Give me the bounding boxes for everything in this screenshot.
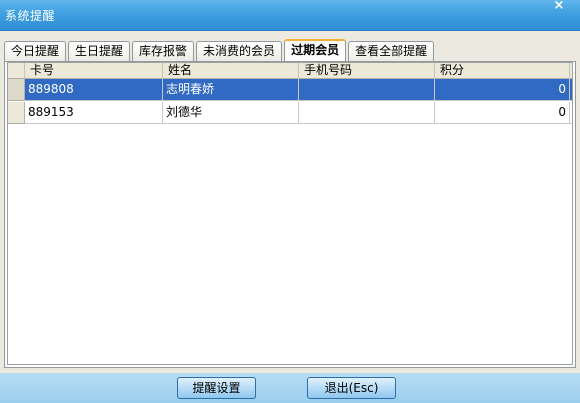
grid-header: 卡号 姓名 手机号码 积分 <box>8 63 572 79</box>
cell-name: 刘德华 <box>163 102 299 124</box>
table-row[interactable]: 889153 刘德华 0 <box>8 102 572 124</box>
member-grid[interactable]: 卡号 姓名 手机号码 积分 889808 志明春娇 0 889153 刘德华 0 <box>7 62 573 365</box>
cell-name: 志明春娇 <box>163 79 299 101</box>
cell-points: 0 <box>435 79 570 101</box>
window-client: 今日提醒 生日提醒 库存报警 未消费的会员 过期会员 查看全部提醒 卡号 姓名 … <box>0 31 580 373</box>
tab-inactive-members[interactable]: 未消费的会员 <box>196 41 283 61</box>
cell-phone <box>299 79 435 101</box>
header-points[interactable]: 积分 <box>435 63 570 79</box>
header-phone[interactable]: 手机号码 <box>299 63 435 79</box>
tab-expired-members[interactable]: 过期会员 <box>284 39 347 61</box>
tab-panel: 卡号 姓名 手机号码 积分 889808 志明春娇 0 889153 刘德华 0 <box>4 61 576 368</box>
row-indicator[interactable] <box>8 102 25 124</box>
cell-points: 0 <box>435 102 570 124</box>
cell-card-number: 889808 <box>25 79 163 101</box>
reminder-settings-button[interactable]: 提醒设置 <box>177 377 256 399</box>
tab-strip: 今日提醒 生日提醒 库存报警 未消费的会员 过期会员 查看全部提醒 <box>4 39 436 61</box>
tab-view-all[interactable]: 查看全部提醒 <box>348 41 435 61</box>
close-button[interactable]: × <box>548 0 570 14</box>
title-bar: 系统提醒 × <box>0 0 580 31</box>
tab-birthday[interactable]: 生日提醒 <box>68 41 131 61</box>
tab-today[interactable]: 今日提醒 <box>4 41 67 61</box>
cell-card-number: 889153 <box>25 102 163 124</box>
tab-stock-alarm[interactable]: 库存报警 <box>132 41 195 61</box>
header-indicator <box>8 63 25 79</box>
header-card-number[interactable]: 卡号 <box>25 63 163 79</box>
cell-phone <box>299 102 435 124</box>
table-row[interactable]: 889808 志明春娇 0 <box>8 79 572 101</box>
header-name[interactable]: 姓名 <box>163 63 299 79</box>
window-title: 系统提醒 <box>5 9 56 23</box>
button-bar: 提醒设置 退出(Esc) <box>0 373 580 403</box>
row-indicator[interactable] <box>8 79 25 101</box>
exit-button[interactable]: 退出(Esc) <box>307 377 396 399</box>
